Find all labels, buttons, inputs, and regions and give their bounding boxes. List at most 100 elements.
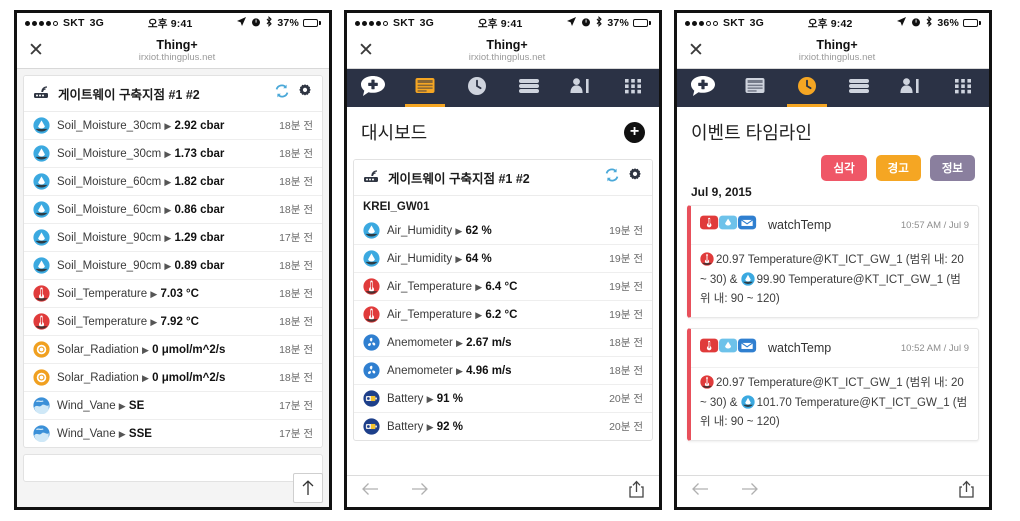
timeline-title: 이벤트 타임라인 (691, 123, 812, 143)
sensor-value: 64 % (465, 252, 492, 265)
tab-bar-3[interactable] (677, 69, 989, 107)
sensor-value: 0.86 cbar (174, 203, 225, 216)
battery-icon (363, 390, 380, 407)
severity-chip-2[interactable]: 정보 (929, 155, 975, 181)
sensor-row[interactable]: Air_Humidity ▶ 64 % 19분 전 (354, 244, 652, 272)
add-tab[interactable] (677, 69, 729, 107)
sensor-row[interactable]: Soil_Moisture_90cm ▶ 0.89 cbar 18분 전 (24, 251, 322, 279)
chevron-right-icon: ▶ (164, 120, 172, 131)
sensor-row[interactable]: Battery ▶ 92 % 20분 전 (354, 412, 652, 440)
grid-icon (952, 76, 974, 101)
battery-icon (363, 418, 380, 435)
sensor-label: Solar_Radiation ▶ 0 μmol/m^2/s (57, 371, 226, 384)
sensor-row[interactable]: Soil_Moisture_60cm ▶ 1.82 cbar 18분 전 (24, 167, 322, 195)
envelope-icon (738, 336, 757, 360)
sensor-timestamp: 18분 전 (609, 337, 643, 349)
status-bar: SKT 3G 오후 9:41 37% (347, 13, 659, 33)
chevron-right-icon: ▶ (150, 316, 158, 327)
dashboard-content[interactable]: 대시보드 + 게이트웨이 구축지점 #1 #2 KREI_GW01 Air_Hu… (347, 107, 659, 475)
plus-badge-icon (360, 75, 386, 102)
gear-icon[interactable] (627, 167, 643, 188)
event-date-label: Jul 9, 2015 (691, 185, 752, 199)
event-description: 20.97 Temperature@KT_ICT_GW_1 (범위 내: 20 … (700, 375, 968, 429)
bluetooth-icon (925, 16, 933, 30)
sensor-timestamp: 19분 전 (609, 281, 643, 293)
grid-tab[interactable] (607, 69, 659, 107)
person-chart-icon (568, 76, 594, 101)
back-button[interactable] (361, 481, 380, 502)
severity-filters[interactable]: 심각 경고 정보 (677, 153, 989, 181)
bluetooth-icon (595, 16, 603, 30)
sensor-timestamp: 19분 전 (609, 225, 643, 237)
layers-icon (517, 76, 541, 101)
share-icon[interactable] (958, 480, 975, 504)
gear-icon[interactable] (297, 83, 313, 104)
timeline-tab[interactable] (781, 69, 833, 107)
analytics-tab[interactable] (555, 69, 607, 107)
tab-bar-2[interactable] (347, 69, 659, 107)
layers-tab[interactable] (503, 69, 555, 107)
water-drop-icon (363, 222, 380, 239)
battery-percent-label: 37% (277, 17, 299, 29)
analytics-tab[interactable] (885, 69, 937, 107)
browser-titles: Thing+ irxiot.thingplus.net (355, 38, 659, 64)
sensor-row[interactable]: Anemometer ▶ 2.67 m/s 18분 전 (354, 328, 652, 356)
sensor-timestamp: 19분 전 (609, 253, 643, 265)
phone-panel-2: SKT 3G 오후 9:41 37% ✕ Thing+ irxiot.thing… (344, 10, 662, 510)
location-arrow-icon (566, 16, 577, 30)
plus-badge-icon (690, 75, 716, 102)
network-label: 3G (749, 17, 765, 29)
water-drop-icon (740, 395, 755, 412)
refresh-icon[interactable] (274, 83, 290, 104)
sensor-list-content[interactable]: 게이트웨이 구축지점 #1 #2 Soil_Moisture_30cm ▶ 2.… (17, 69, 329, 507)
add-dashboard-button[interactable]: + (624, 121, 645, 143)
scroll-to-top-button[interactable] (293, 473, 323, 503)
sensor-label: Battery ▶ 91 % (387, 392, 463, 405)
sensor-row[interactable]: Air_Temperature ▶ 6.4 °C 19분 전 (354, 272, 652, 300)
event-timeline-content[interactable]: 이벤트 타임라인 심각 경고 정보 Jul 9, 2015 watchTemp 10… (677, 107, 989, 475)
sensor-timestamp: 18분 전 (279, 344, 313, 356)
sensor-row[interactable]: Air_Temperature ▶ 6.2 °C 19분 전 (354, 300, 652, 328)
sensor-row[interactable]: Soil_Temperature ▶ 7.03 °C 18분 전 (24, 279, 322, 307)
drop-badge-icon (719, 336, 738, 360)
sensor-row[interactable]: Solar_Radiation ▶ 0 μmol/m^2/s 18분 전 (24, 335, 322, 363)
grid-tab[interactable] (937, 69, 989, 107)
back-button[interactable] (691, 481, 710, 502)
chevron-right-icon: ▶ (164, 260, 172, 271)
chevron-right-icon: ▶ (164, 148, 172, 159)
sensor-row[interactable]: Wind_Vane ▶ SE 17분 전 (24, 391, 322, 419)
sensor-row[interactable]: Soil_Temperature ▶ 7.92 °C 18분 전 (24, 307, 322, 335)
sensor-row[interactable]: Soil_Moisture_30cm ▶ 1.73 cbar 18분 전 (24, 139, 322, 167)
sensor-row[interactable]: Wind_Vane ▶ SSE 17분 전 (24, 419, 322, 447)
sensor-row[interactable]: Solar_Radiation ▶ 0 μmol/m^2/s 18분 전 (24, 363, 322, 391)
forward-button[interactable] (740, 481, 759, 502)
browser-bottom-bar[interactable] (347, 475, 659, 507)
event-card[interactable]: watchTemp 10:57 AM / Jul 9 20.97 Tempera… (687, 205, 979, 319)
sensor-row[interactable]: Anemometer ▶ 4.96 m/s 18분 전 (354, 356, 652, 384)
sensor-row[interactable]: Battery ▶ 91 % 20분 전 (354, 384, 652, 412)
battery-percent-label: 37% (607, 17, 629, 29)
sensor-row[interactable]: Soil_Moisture_60cm ▶ 0.86 cbar 18분 전 (24, 195, 322, 223)
thermometer-icon (363, 278, 380, 295)
add-tab[interactable] (347, 69, 399, 107)
share-icon[interactable] (628, 480, 645, 504)
browser-bottom-bar[interactable] (677, 475, 989, 507)
dashboard-tab[interactable] (729, 69, 781, 107)
sensor-row[interactable]: Soil_Moisture_90cm ▶ 1.29 cbar 17분 전 (24, 223, 322, 251)
event-card[interactable]: watchTemp 10:52 AM / Jul 9 20.97 Tempera… (687, 328, 979, 442)
water-drop-icon (33, 201, 50, 218)
severity-chip-0[interactable]: 심각 (821, 155, 867, 181)
refresh-icon[interactable] (604, 167, 620, 188)
sensor-row[interactable]: Soil_Moisture_30cm ▶ 2.92 cbar 18분 전 (24, 112, 322, 139)
water-drop-icon (33, 173, 50, 190)
severity-chip-1[interactable]: 경고 (875, 155, 921, 181)
sensor-row[interactable]: Air_Humidity ▶ 62 % 19분 전 (354, 217, 652, 244)
sensor-value: 1.73 cbar (174, 147, 225, 160)
dashboard-tab[interactable] (399, 69, 451, 107)
forward-button[interactable] (410, 481, 429, 502)
sensor-label: Air_Humidity ▶ 62 % (387, 224, 492, 237)
battery-percent-label: 36% (937, 17, 959, 29)
sensor-value: 7.03 °C (160, 287, 199, 300)
timeline-tab[interactable] (451, 69, 503, 107)
layers-tab[interactable] (833, 69, 885, 107)
